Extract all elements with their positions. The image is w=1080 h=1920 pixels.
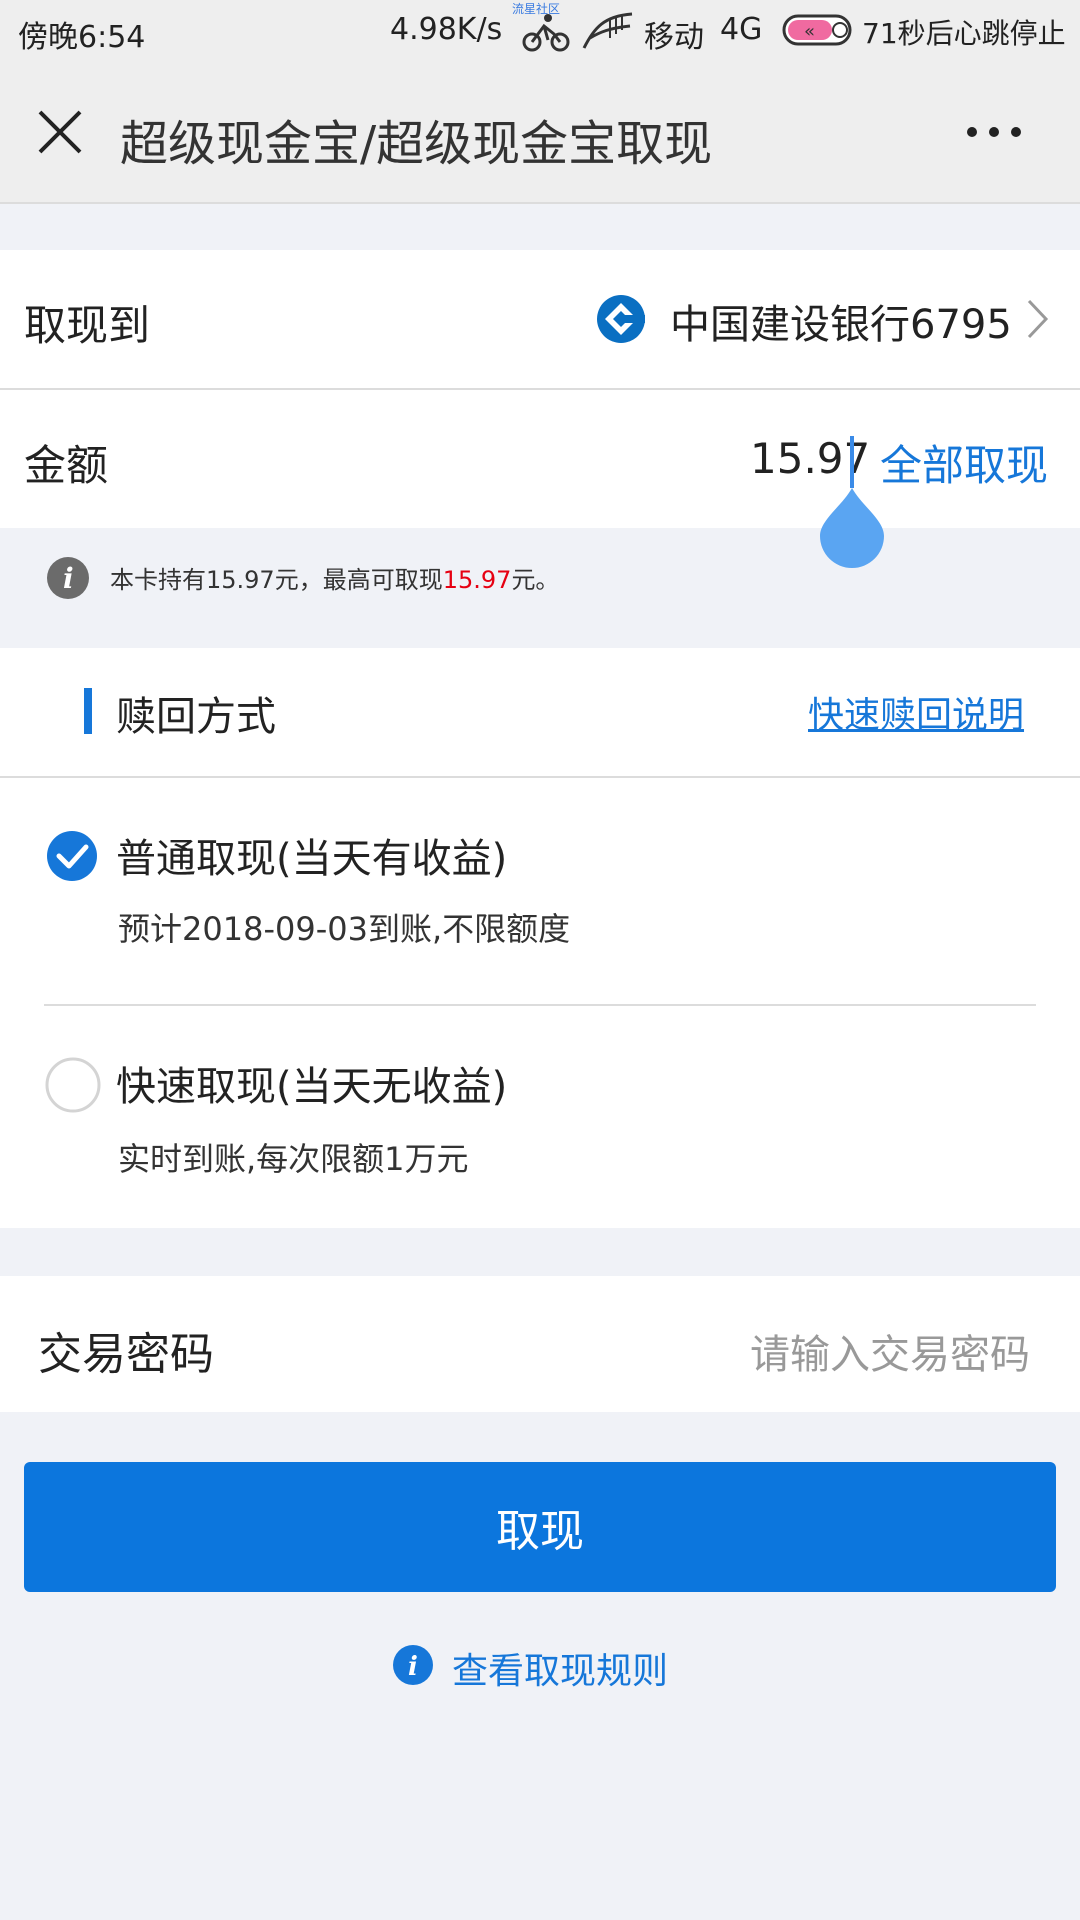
cyclist-icon (522, 14, 570, 52)
amount-label: 金额 (24, 441, 109, 490)
radio-unchecked-icon[interactable] (44, 1056, 102, 1114)
withdraw-button[interactable]: 取现 (24, 1462, 1056, 1592)
withdraw-to-label: 取现到 (24, 301, 151, 350)
hint-suffix: 元。 (511, 566, 560, 594)
cursor-handle-icon[interactable] (818, 486, 886, 568)
info-icon: i (47, 557, 89, 599)
close-icon[interactable] (36, 108, 84, 156)
more-icon[interactable] (966, 120, 1022, 144)
section-accent-bar (84, 688, 92, 734)
status-network-type: 4G (720, 12, 763, 47)
info-icon: i (393, 1645, 433, 1685)
text-cursor (850, 436, 854, 488)
withdraw-rules-text: 查看取现规则 (452, 1651, 669, 1692)
password-label: 交易密码 (38, 1329, 214, 1380)
bank-account-name: 中国建设银行6795 (670, 302, 1012, 348)
page-title: 超级现金宝/超级现金宝取现 (120, 116, 713, 172)
balance-hint: 本卡持有15.97元，最高可取现15.97元。 (110, 560, 559, 595)
status-time: 傍晚6:54 (18, 20, 146, 55)
option-normal-title: 普通取现(当天有收益) (116, 836, 508, 882)
carrier-logo-icon (582, 12, 633, 49)
option-fast-desc: 实时到账,每次限额1万元 (118, 1140, 469, 1178)
chevron-right-icon (1027, 299, 1049, 339)
option-normal-desc: 预计2018-09-03到账,不限额度 (118, 910, 571, 948)
ccb-bank-logo-icon (597, 295, 645, 343)
password-input[interactable]: 请输入交易密码 (750, 1322, 1030, 1380)
status-network-speed: 4.98K/s (390, 12, 503, 47)
redeem-title: 赎回方式 (116, 694, 276, 740)
status-heartbeat-text: 71秒后心跳停止 (862, 17, 1066, 50)
battery-icon: « (782, 14, 852, 46)
hint-prefix: 本卡持有15.97元，最高可取现 (110, 566, 443, 594)
hint-max-amount: 15.97 (442, 566, 512, 594)
svg-text:i: i (408, 1652, 418, 1682)
divider (44, 1004, 1036, 1006)
status-carrier: 移动 (644, 20, 704, 55)
fast-redeem-help-link[interactable]: 快速赎回说明 (808, 686, 1024, 738)
radio-checked-icon[interactable] (46, 830, 98, 882)
svg-text:«: « (804, 21, 815, 42)
option-fast-title: 快速取现(当天无收益) (116, 1064, 508, 1110)
svg-text:i: i (63, 562, 74, 595)
withdraw-all-button[interactable]: 全部取现 (880, 432, 1048, 493)
